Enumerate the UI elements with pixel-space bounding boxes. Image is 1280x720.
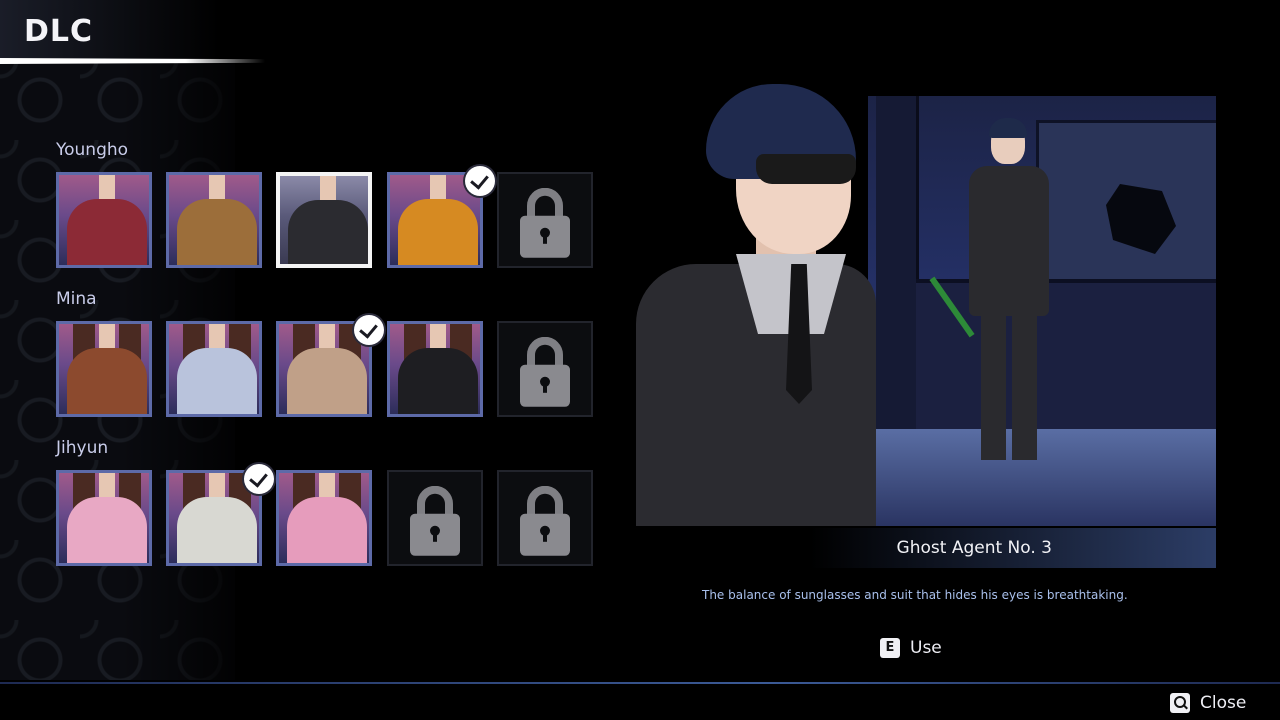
mini-suit	[969, 166, 1049, 316]
costume-outfit	[287, 348, 367, 414]
costume-figure-neck	[319, 324, 335, 350]
character-label-jihyun: Jihyun	[56, 438, 109, 458]
locked-costume-slot-youngho-5[interactable]	[497, 172, 593, 268]
item-description: The balance of sunglasses and suit that …	[702, 588, 1128, 602]
costume-outfit	[67, 348, 147, 414]
costume-outfit	[398, 348, 478, 414]
equipped-check-icon	[465, 166, 495, 196]
costume-figure-neck	[320, 176, 336, 202]
footer-divider	[0, 682, 1280, 684]
costume-outfit	[287, 497, 367, 563]
costume-figure-neck	[99, 324, 115, 350]
keyhole-icon	[540, 376, 550, 393]
lock-body	[520, 364, 570, 407]
lock-icon	[410, 485, 460, 556]
costume-preview	[636, 84, 1216, 526]
use-button[interactable]: E Use	[880, 636, 942, 660]
page-title: DLC	[24, 14, 94, 49]
costume-figure-neck	[209, 473, 225, 499]
equipped-check-icon	[244, 464, 274, 494]
costume-slot-jihyun-1[interactable]	[56, 470, 152, 566]
costume-slot-youngho-1[interactable]	[56, 172, 152, 268]
use-label: Use	[910, 638, 942, 658]
title-bar: DLC	[0, 0, 265, 64]
costume-outfit	[398, 199, 478, 265]
costume-figure-neck	[209, 324, 225, 350]
costume-outfit	[177, 348, 257, 414]
lock-icon	[520, 336, 570, 407]
mini-legs	[981, 310, 1037, 460]
lock-icon	[520, 485, 570, 556]
costume-outfit	[177, 497, 257, 563]
costume-figure-neck	[209, 175, 225, 201]
costume-figure-neck	[319, 473, 335, 499]
costume-outfit	[67, 199, 147, 265]
full-body-character	[929, 118, 1056, 467]
costume-slot-mina-1[interactable]	[56, 321, 152, 417]
e-key-icon: E	[880, 638, 900, 658]
preview-bookshelf	[876, 96, 919, 436]
costume-outfit	[288, 200, 368, 264]
keyhole-icon	[540, 227, 550, 244]
keyhole-icon	[540, 525, 550, 542]
sunglasses-icon	[756, 154, 856, 184]
costume-slot-jihyun-3[interactable]	[276, 470, 372, 566]
lock-body	[410, 513, 460, 556]
locked-costume-slot-jihyun-5[interactable]	[497, 470, 593, 566]
locked-costume-slot-mina-5[interactable]	[497, 321, 593, 417]
lock-icon	[520, 187, 570, 258]
lock-body	[520, 513, 570, 556]
costume-slot-youngho-2[interactable]	[166, 172, 262, 268]
lock-body	[520, 215, 570, 258]
portrait-character	[636, 84, 876, 526]
q-key-icon	[1170, 693, 1190, 713]
costume-figure-neck	[430, 324, 446, 350]
costume-outfit	[67, 497, 147, 563]
costume-figure-neck	[99, 473, 115, 499]
costume-outfit	[177, 199, 257, 265]
costume-slot-mina-4[interactable]	[387, 321, 483, 417]
dlc-screen: DLC Youngho Mina Jihyun Ghost Agent No. …	[0, 0, 1280, 720]
costume-figure-neck	[99, 175, 115, 201]
character-label-youngho: Youngho	[56, 140, 129, 160]
item-name-bar: Ghost Agent No. 3	[636, 528, 1216, 568]
character-label-mina: Mina	[56, 289, 97, 309]
costume-figure-neck	[430, 175, 446, 201]
locked-costume-slot-jihyun-4[interactable]	[387, 470, 483, 566]
equipped-check-icon	[354, 315, 384, 345]
costume-slot-youngho-3[interactable]	[276, 172, 372, 268]
title-underline	[0, 58, 265, 64]
item-name: Ghost Agent No. 3	[896, 538, 1052, 558]
close-label: Close	[1200, 693, 1247, 713]
keyhole-icon	[430, 525, 440, 542]
costume-slot-mina-2[interactable]	[166, 321, 262, 417]
close-button[interactable]: Close	[1170, 692, 1246, 714]
